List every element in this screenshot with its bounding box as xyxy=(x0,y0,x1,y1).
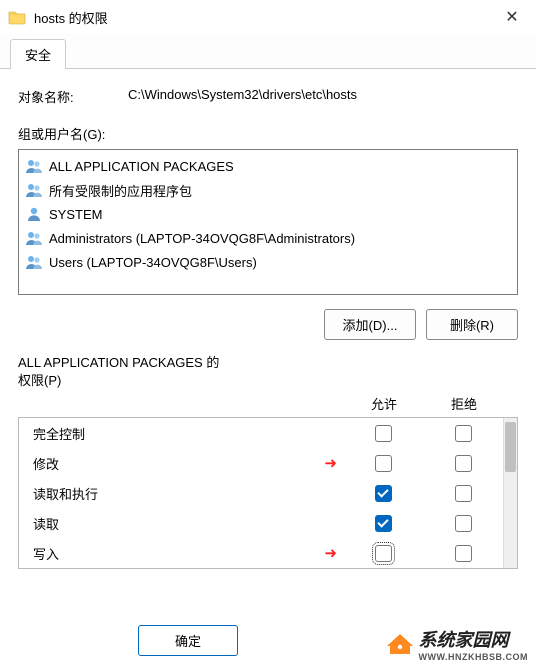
deny-checkbox[interactable] xyxy=(455,425,472,442)
principals-listbox[interactable]: ALL APPLICATION PACKAGES 所有受限制的应用程序包 SYSTE… xyxy=(18,149,518,295)
permission-name: 读取和执行 xyxy=(33,484,343,503)
principal-name: Users (LAPTOP-34OVQG8F\Users) xyxy=(49,255,257,270)
permission-name: 修改 xyxy=(33,454,343,473)
scroll-thumb[interactable] xyxy=(505,422,516,472)
tab-security[interactable]: 安全 xyxy=(10,39,66,69)
object-path: C:\Windows\System32\drivers\etc\hosts xyxy=(128,87,518,106)
list-item[interactable]: SYSTEM xyxy=(25,202,511,226)
principal-name: 所有受限制的应用程序包 xyxy=(49,181,192,200)
add-button[interactable]: 添加(D)... xyxy=(324,309,416,340)
watermark-sub: WWW.HNZKHBSB.COM xyxy=(419,652,528,662)
allow-checkbox[interactable] xyxy=(375,545,392,562)
deny-checkbox[interactable] xyxy=(455,545,472,562)
folder-icon xyxy=(8,9,26,25)
arrow-icon: ➜ xyxy=(324,546,337,561)
deny-cell xyxy=(423,485,503,502)
permissions-title-b: 权限(P) xyxy=(18,372,278,390)
deny-cell xyxy=(423,545,503,562)
arrow-icon: ➜ xyxy=(324,456,337,471)
close-button[interactable]: ✕ xyxy=(492,7,532,27)
list-item[interactable]: 所有受限制的应用程序包 xyxy=(25,178,511,202)
tabstrip: 安全 xyxy=(0,34,536,69)
list-item[interactable]: Users (LAPTOP-34OVQG8F\Users) xyxy=(25,250,511,274)
col-allow: 允许 xyxy=(344,394,424,413)
users-icon xyxy=(25,254,43,270)
permissions-area: 完全控制修改➜读取和执行读取写入➜ xyxy=(18,417,518,569)
deny-cell xyxy=(423,515,503,532)
deny-cell xyxy=(423,455,503,472)
titlebar: hosts 的权限 ✕ xyxy=(0,0,536,34)
house-icon xyxy=(387,632,413,656)
ok-button[interactable]: 确定 xyxy=(138,625,238,656)
watermark-text: 系统家园网 xyxy=(419,626,528,652)
permission-name: 写入 xyxy=(33,544,343,563)
principal-name: SYSTEM xyxy=(49,207,102,222)
users-icon xyxy=(25,230,43,246)
permissions-title-a: ALL APPLICATION PACKAGES 的 xyxy=(18,355,219,370)
allow-checkbox[interactable] xyxy=(375,455,392,472)
list-item[interactable]: ALL APPLICATION PACKAGES xyxy=(25,154,511,178)
allow-cell: ➜ xyxy=(343,545,423,562)
allow-checkbox[interactable] xyxy=(375,515,392,532)
permissions-list: 完全控制修改➜读取和执行读取写入➜ xyxy=(19,418,503,568)
object-row: 对象名称: C:\Windows\System32\drivers\etc\ho… xyxy=(18,87,518,106)
deny-cell xyxy=(423,425,503,442)
user-icon xyxy=(25,206,43,222)
permission-row: 修改➜ xyxy=(19,448,503,478)
allow-cell xyxy=(343,485,423,502)
allow-cell xyxy=(343,425,423,442)
col-deny: 拒绝 xyxy=(424,394,504,413)
watermark: 系统家园网 WWW.HNZKHBSB.COM xyxy=(387,626,528,662)
principal-name: Administrators (LAPTOP-34OVQG8F\Administ… xyxy=(49,231,355,246)
permissions-title: ALL APPLICATION PACKAGES 的 权限(P) xyxy=(18,354,518,390)
scrollbar[interactable] xyxy=(503,418,517,568)
window-title: hosts 的权限 xyxy=(34,8,492,27)
list-item[interactable]: Administrators (LAPTOP-34OVQG8F\Administ… xyxy=(25,226,511,250)
object-label: 对象名称: xyxy=(18,87,128,106)
deny-checkbox[interactable] xyxy=(455,485,472,502)
allow-checkbox[interactable] xyxy=(375,425,392,442)
permission-name: 读取 xyxy=(33,514,343,533)
permission-row: 完全控制 xyxy=(19,418,503,448)
allow-cell xyxy=(343,515,423,532)
groups-label: 组或用户名(G): xyxy=(18,124,518,143)
deny-checkbox[interactable] xyxy=(455,515,472,532)
allow-cell: ➜ xyxy=(343,455,423,472)
permission-row: 写入➜ xyxy=(19,538,503,568)
users-icon xyxy=(25,182,43,198)
remove-button[interactable]: 删除(R) xyxy=(426,309,518,340)
permission-row: 读取和执行 xyxy=(19,478,503,508)
deny-checkbox[interactable] xyxy=(455,455,472,472)
permission-name: 完全控制 xyxy=(33,424,343,443)
users-icon xyxy=(25,158,43,174)
allow-checkbox[interactable] xyxy=(375,485,392,502)
permission-row: 读取 xyxy=(19,508,503,538)
principal-name: ALL APPLICATION PACKAGES xyxy=(49,159,234,174)
permissions-header: 允许 拒绝 xyxy=(18,394,518,413)
